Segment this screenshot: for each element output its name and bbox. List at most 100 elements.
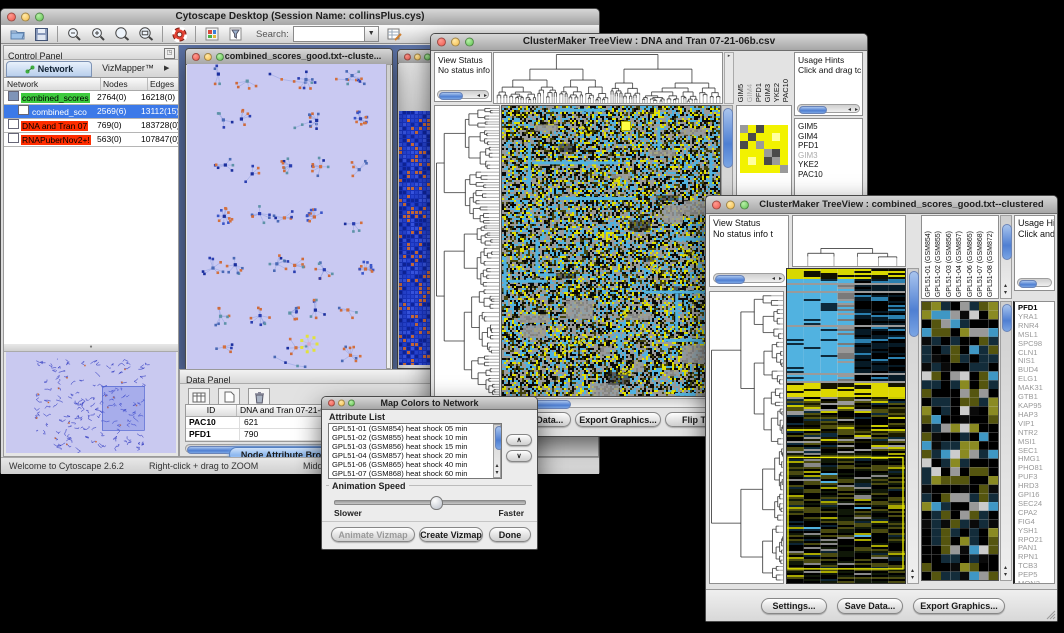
zoom-window-icon[interactable] — [348, 400, 355, 407]
matrix-cell[interactable] — [772, 141, 780, 149]
minimize-icon[interactable] — [338, 400, 345, 407]
column-label[interactable]: PAC10 — [781, 79, 790, 102]
network-window-title-bar[interactable]: combined_scores_good.txt--cluste... — [186, 49, 392, 65]
tv1-pane-divider[interactable]: ▸ — [724, 52, 734, 104]
birdseye-view-canvas[interactable] — [6, 352, 176, 453]
dialog-title-bar[interactable]: Map Colors to Network — [322, 397, 537, 410]
minimize-icon[interactable] — [21, 13, 30, 22]
tv2-row-dendrogram-canvas[interactable] — [709, 291, 784, 584]
zoom-out-icon[interactable] — [64, 26, 84, 42]
column-label[interactable]: GPL51-07 (GSM868) — [976, 231, 986, 297]
col-header-network[interactable]: Network — [4, 78, 101, 90]
animation-speed-slider[interactable] — [334, 500, 526, 505]
vizmapper-icon[interactable] — [202, 26, 222, 42]
tv1-title-bar[interactable]: ClusterMaker TreeView : DNA and Tran 07-… — [431, 34, 867, 51]
zoom-fit-icon[interactable] — [136, 26, 156, 42]
network-list-row[interactable]: RNAPuberNov2+!563(0)107847(0) — [4, 133, 178, 147]
resize-grip-icon[interactable] — [1045, 609, 1056, 620]
close-icon[interactable] — [192, 53, 200, 61]
zoom-window-icon[interactable] — [216, 53, 224, 61]
tv2-column-dendrogram-canvas[interactable] — [792, 215, 906, 267]
network-list-row[interactable]: combined_sco2569(6)13112(15) — [4, 105, 178, 119]
column-label[interactable]: GIM5 — [736, 84, 745, 102]
tv1-export-graphics-button[interactable]: Export Graphics... — [575, 412, 661, 427]
search-input[interactable] — [293, 26, 365, 42]
matrix-cell[interactable] — [740, 165, 748, 173]
tv2-title-bar[interactable]: ClusterMaker TreeView : combined_scores_… — [706, 196, 1057, 214]
main-title-bar[interactable]: Cytoscape Desktop (Session Name: collins… — [1, 9, 599, 26]
minimize-icon[interactable] — [204, 53, 212, 61]
column-label[interactable]: GPL51-01 (GSM854) — [924, 231, 934, 297]
column-label[interactable]: GPL51-04 (GSM857) — [955, 231, 965, 297]
save-icon[interactable] — [31, 26, 51, 42]
tab-vizmapper[interactable]: VizMapper™ — [92, 60, 164, 77]
gene-list-item[interactable]: GIM4 — [798, 132, 862, 142]
tv2-settings-button[interactable]: Settings... — [761, 598, 827, 614]
tv1-hints-scrollbar[interactable]: ◂▸ — [797, 104, 860, 113]
tv2-hints-scrollbar[interactable] — [1017, 278, 1052, 287]
gene-list-item[interactable]: YKE2 — [798, 160, 862, 170]
matrix-cell[interactable] — [748, 133, 756, 141]
create-vizmap-button[interactable]: Create Vizmap — [419, 527, 483, 542]
zoom-window-icon[interactable] — [740, 200, 749, 209]
matrix-cell[interactable] — [772, 157, 780, 165]
float-panel-icon[interactable]: ◳ — [164, 48, 175, 59]
tv1-expression-heatmap-canvas[interactable] — [501, 105, 721, 397]
tv1-row-dendrogram-canvas[interactable] — [434, 105, 500, 397]
matrix-cell[interactable] — [780, 149, 788, 157]
close-icon[interactable] — [7, 13, 16, 22]
tv2-status-scrollbar[interactable]: ◂▸ — [713, 273, 785, 283]
matrix-cell[interactable] — [764, 149, 772, 157]
matrix-cell[interactable] — [748, 149, 756, 157]
matrix-cell[interactable] — [748, 141, 756, 149]
tv2-heatmap-vscrollbar[interactable]: ▴▾ — [907, 268, 919, 584]
matrix-cell[interactable] — [780, 141, 788, 149]
annotation-table-icon[interactable] — [385, 26, 405, 42]
matrix-cell[interactable] — [780, 133, 788, 141]
network-list-row[interactable]: combined_scores2764(0)16218(0) — [4, 91, 178, 105]
gene-list-item[interactable]: PFD1 — [798, 141, 862, 151]
zoom-in-icon[interactable] — [88, 26, 108, 42]
tv1-cluster-matrix[interactable] — [740, 125, 788, 173]
matrix-cell[interactable] — [780, 165, 788, 173]
matrix-cell[interactable] — [756, 133, 764, 141]
matrix-cell[interactable] — [764, 133, 772, 141]
network-view-canvas[interactable] — [187, 64, 386, 369]
slider-thumb[interactable] — [430, 496, 443, 510]
tab-overflow-button[interactable]: ▶ — [164, 60, 178, 77]
matrix-cell[interactable] — [740, 157, 748, 165]
column-label[interactable]: GIM3 — [763, 84, 772, 102]
network-list-row[interactable]: DNA and Tran 07769(0)183728(0) — [4, 119, 178, 133]
gene-list-item[interactable]: MON2 — [1018, 580, 1054, 584]
matrix-cell[interactable] — [772, 149, 780, 157]
zoom-window-icon[interactable] — [35, 13, 44, 22]
matrix-cell[interactable] — [740, 141, 748, 149]
help-lifesaver-icon[interactable] — [169, 26, 189, 42]
matrix-cell[interactable] — [780, 157, 788, 165]
gene-list-item[interactable]: PAC10 — [798, 170, 862, 180]
matrix-cell[interactable] — [756, 157, 764, 165]
search-dropdown-icon[interactable]: ▼ — [365, 26, 379, 42]
col-header-nodes[interactable]: Nodes — [101, 78, 148, 90]
panel-splitter[interactable]: ● — [4, 344, 178, 352]
close-icon[interactable] — [328, 400, 335, 407]
matrix-cell[interactable] — [740, 149, 748, 157]
move-up-button[interactable]: ∧ — [506, 434, 532, 446]
matrix-cell[interactable] — [740, 125, 748, 133]
matrix-cell[interactable] — [764, 141, 772, 149]
animate-vizmap-button[interactable]: Animate Vizmap — [331, 527, 415, 542]
column-label[interactable]: GPL51-03 (GSM856) — [945, 231, 955, 297]
tv1-column-dendrogram-canvas[interactable] — [493, 52, 723, 104]
tv2-export-graphics-button[interactable]: Export Graphics... — [913, 598, 1005, 614]
matrix-cell[interactable] — [756, 165, 764, 173]
gene-list-item[interactable]: GIM5 — [798, 122, 862, 132]
matrix-cell[interactable] — [764, 157, 772, 165]
gene-list-item[interactable]: GIM3 — [798, 151, 862, 161]
matrix-cell[interactable] — [748, 125, 756, 133]
tv2-labels-vscrollbar[interactable]: ▴▾ — [1000, 215, 1012, 299]
tv2-save-data-button[interactable]: Save Data... — [837, 598, 903, 614]
column-label[interactable]: GIM4 — [745, 84, 754, 102]
col-header-edges[interactable]: Edges — [148, 78, 178, 90]
close-icon[interactable] — [437, 38, 446, 47]
minimize-icon[interactable] — [451, 38, 460, 47]
